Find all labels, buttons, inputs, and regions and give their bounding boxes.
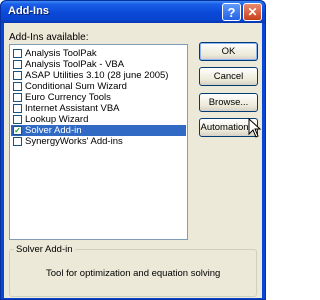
checkbox[interactable] <box>13 104 22 113</box>
help-icon: ? <box>227 4 236 20</box>
check-icon: ✓ <box>14 125 21 135</box>
list-item-label: Conditional Sum Wizard <box>25 81 127 92</box>
title-bar[interactable]: Add-Ins ? ✕ <box>1 1 265 23</box>
checkbox[interactable] <box>13 60 22 69</box>
cancel-button[interactable]: Cancel <box>199 67 258 86</box>
checkbox[interactable] <box>13 49 22 58</box>
list-item[interactable]: Euro Currency Tools <box>11 92 186 103</box>
help-button[interactable]: ? <box>222 3 241 21</box>
list-item-label: SynergyWorks' Add-ins <box>25 136 123 147</box>
checkbox[interactable] <box>13 115 22 124</box>
checkbox[interactable] <box>13 137 22 146</box>
checkbox[interactable]: ✓ <box>13 126 22 135</box>
addins-available-label: Add-Ins available: <box>9 32 89 43</box>
list-item-label: Analysis ToolPak - VBA <box>25 59 125 70</box>
list-item[interactable]: Analysis ToolPak <box>11 48 186 59</box>
list-item-label: Euro Currency Tools <box>25 92 111 103</box>
list-item[interactable]: Lookup Wizard <box>11 114 186 125</box>
list-item[interactable]: Conditional Sum Wizard <box>11 81 186 92</box>
checkbox[interactable] <box>13 82 22 91</box>
list-item[interactable]: Analysis ToolPak - VBA <box>11 59 186 70</box>
checkbox[interactable] <box>13 71 22 80</box>
list-item[interactable]: ASAP Utilities 3.10 (28 june 2005) <box>11 70 186 81</box>
dialog-body: Add-Ins available: Analysis ToolPak Analy… <box>4 23 262 298</box>
list-item-label: Lookup Wizard <box>25 114 89 125</box>
list-item-label: Internet Assistant VBA <box>25 103 120 114</box>
list-item[interactable]: Internet Assistant VBA <box>11 103 186 114</box>
list-item-label: ASAP Utilities 3.10 (28 june 2005) <box>25 70 169 81</box>
browse-button[interactable]: Browse... <box>199 93 258 112</box>
close-icon: ✕ <box>247 5 258 19</box>
addins-listbox[interactable]: Analysis ToolPak Analysis ToolPak - VBA AS… <box>9 44 188 240</box>
list-item[interactable]: ✓ Solver Add-in <box>11 125 186 136</box>
list-item[interactable]: SynergyWorks' Add-ins <box>11 136 186 147</box>
description-groupbox: Solver Add-in Tool for optimization and … <box>9 244 257 297</box>
dialog-title: Add-Ins <box>8 5 49 17</box>
checkbox[interactable] <box>13 93 22 102</box>
ok-button[interactable]: OK <box>199 42 258 61</box>
arrow-cursor-icon <box>248 118 262 138</box>
list-item-label: Analysis ToolPak <box>25 48 97 59</box>
description-title: Solver Add-in <box>14 244 75 255</box>
list-item-label: Solver Add-in <box>25 125 82 136</box>
add-ins-dialog: Add-Ins ? ✕ Add-Ins available: Analysis … <box>0 0 266 300</box>
close-button[interactable]: ✕ <box>243 3 262 21</box>
description-text: Tool for optimization and equation solvi… <box>46 268 221 279</box>
